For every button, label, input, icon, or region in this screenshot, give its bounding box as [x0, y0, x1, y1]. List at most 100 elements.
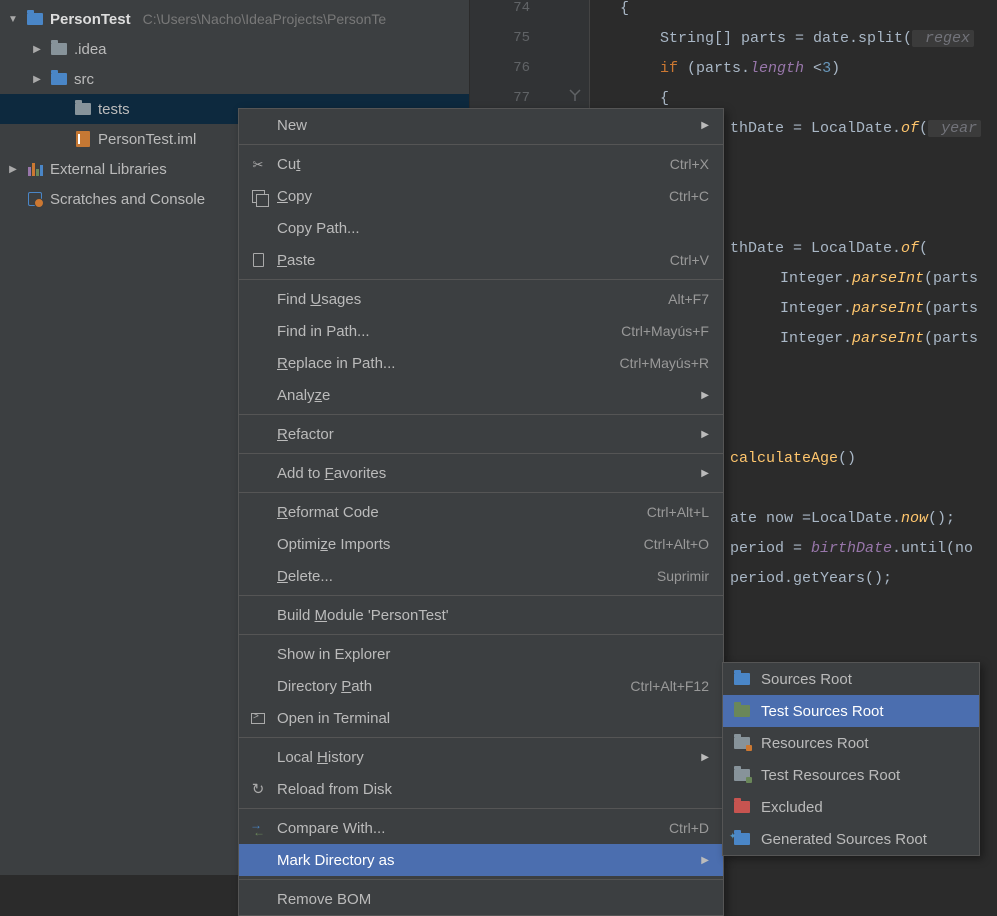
menu-item-label: Mark Directory as: [277, 852, 683, 869]
menu-item-label: Reload from Disk: [277, 781, 709, 798]
code-line[interactable]: if (parts.length <3): [600, 60, 997, 90]
code-line[interactable]: String[] parts = date.split( regex: [600, 30, 997, 60]
folder-icon: [733, 769, 751, 781]
menu-separator: [239, 414, 723, 415]
submenu-item-resources-root[interactable]: Resources Root: [723, 727, 979, 759]
line-number: 77: [470, 90, 530, 106]
menu-item-local-history[interactable]: Local History ▶: [239, 741, 723, 773]
menu-separator: [239, 595, 723, 596]
menu-item-label: Compare With...: [277, 820, 659, 837]
menu-item-mark-directory-as[interactable]: Mark Directory as▶: [239, 844, 723, 876]
menu-item-reload-from-disk[interactable]: Reload from Disk: [239, 773, 723, 805]
menu-item-shortcut: Ctrl+Mayús+R: [620, 355, 709, 371]
submenu-arrow-icon: ▶: [701, 390, 709, 401]
menu-item-shortcut: Ctrl+Alt+F12: [630, 678, 709, 694]
menu-item-delete[interactable]: Delete...Suprimir: [239, 560, 723, 592]
menu-item-remove-bom[interactable]: Remove BOM: [239, 883, 723, 915]
chevron-right-icon[interactable]: ▶: [30, 74, 44, 85]
menu-separator: [239, 879, 723, 880]
menu-item-directory-path[interactable]: Directory Path Ctrl+Alt+F12: [239, 670, 723, 702]
menu-item-label: Remove BOM: [277, 891, 709, 908]
menu-item-analyze[interactable]: Analyze▶: [239, 379, 723, 411]
tree-item-label: Scratches and Console: [50, 191, 205, 208]
mi-cut-icon: [249, 156, 267, 173]
menu-item-copy[interactable]: CopyCtrl+C: [239, 180, 723, 212]
menu-item-cut[interactable]: CutCtrl+X: [239, 148, 723, 180]
submenu-item-label: Test Resources Root: [761, 767, 965, 784]
menu-item-label: Open in Terminal: [277, 710, 709, 727]
menu-separator: [239, 144, 723, 145]
fold-marker-icon[interactable]: [568, 88, 582, 102]
menu-item-shortcut: Ctrl+C: [669, 188, 709, 204]
root-name: PersonTest: [50, 11, 131, 28]
menu-item-copy-path[interactable]: Copy Path...: [239, 212, 723, 244]
tree-item-label: External Libraries: [50, 161, 167, 178]
menu-item-show-in-explorer[interactable]: Show in Explorer: [239, 638, 723, 670]
folder-icon: [50, 40, 68, 58]
menu-item-label: New: [277, 117, 683, 134]
submenu-item-excluded[interactable]: Excluded: [723, 791, 979, 823]
menu-item-label: Show in Explorer: [277, 646, 709, 663]
submenu-item-label: Sources Root: [761, 671, 965, 688]
menu-item-replace-in-path[interactable]: Replace in Path...Ctrl+Mayús+R: [239, 347, 723, 379]
submenu-item-generated-sources-root[interactable]: Generated Sources Root: [723, 823, 979, 855]
source-folder-icon: [50, 70, 68, 88]
menu-item-open-in-terminal[interactable]: Open in Terminal: [239, 702, 723, 734]
menu-item-shortcut: Ctrl+Mayús+F: [621, 323, 709, 339]
chevron-down-icon[interactable]: ▼: [6, 14, 20, 25]
folder-icon: [733, 705, 751, 717]
mi-copy-icon: [249, 190, 267, 203]
menu-item-shortcut: Alt+F7: [668, 291, 709, 307]
submenu-item-test-resources-root[interactable]: Test Resources Root: [723, 759, 979, 791]
menu-item-refactor[interactable]: Refactor▶: [239, 418, 723, 450]
tree-item-label: src: [74, 71, 94, 88]
submenu-item-test-sources-root[interactable]: Test Sources Root: [723, 695, 979, 727]
folder-icon: [733, 737, 751, 749]
menu-item-shortcut: Ctrl+V: [670, 252, 709, 268]
menu-item-label: Directory Path: [277, 678, 620, 695]
mi-terminal-icon: [249, 713, 267, 724]
tree-item-label: PersonTest.iml: [98, 131, 196, 148]
submenu-arrow-icon: ▶: [701, 120, 709, 131]
mi-paste-icon: [249, 253, 267, 267]
menu-item-label: Paste: [277, 252, 660, 269]
code-line[interactable]: {: [600, 0, 997, 30]
root-path: C:\Users\Nacho\IdeaProjects\PersonTe: [143, 11, 387, 27]
menu-item-label: Optimize Imports: [277, 536, 634, 553]
module-folder-icon: [26, 10, 44, 28]
folder-icon: [74, 100, 92, 118]
menu-separator: [239, 492, 723, 493]
submenu-arrow-icon: ▶: [701, 429, 709, 440]
mi-compare-icon: [249, 822, 267, 834]
menu-separator: [239, 279, 723, 280]
tree-root[interactable]: ▼ PersonTest C:\Users\Nacho\IdeaProjects…: [0, 4, 469, 34]
menu-item-reformat-code[interactable]: Reformat CodeCtrl+Alt+L: [239, 496, 723, 528]
menu-item-label: Copy Path...: [277, 220, 709, 237]
submenu-arrow-icon: ▶: [701, 752, 709, 763]
menu-item-shortcut: Ctrl+Alt+L: [647, 504, 709, 520]
folder-icon: [733, 673, 751, 685]
menu-item-new[interactable]: New ▶: [239, 109, 723, 141]
chevron-right-icon[interactable]: ▶: [30, 44, 44, 55]
menu-item-add-to-favorites[interactable]: Add to Favorites▶: [239, 457, 723, 489]
chevron-right-icon[interactable]: ▶: [6, 164, 20, 175]
tree-item-label: tests: [98, 101, 130, 118]
menu-item-find-usages[interactable]: Find Usages Alt+F7: [239, 283, 723, 315]
menu-separator: [239, 634, 723, 635]
menu-item-find-in-path[interactable]: Find in Path...Ctrl+Mayús+F: [239, 315, 723, 347]
submenu-arrow-icon: ▶: [701, 468, 709, 479]
menu-item-compare-with[interactable]: Compare With...Ctrl+D: [239, 812, 723, 844]
menu-item-label: Local History: [277, 749, 683, 766]
menu-separator: [239, 737, 723, 738]
menu-item-build-module-persontest[interactable]: Build Module 'PersonTest': [239, 599, 723, 631]
menu-item-label: Find Usages: [277, 291, 658, 308]
submenu-item-label: Test Sources Root: [761, 703, 965, 720]
menu-item-label: Cut: [277, 156, 660, 173]
tree-item-src[interactable]: ▶ src: [0, 64, 469, 94]
submenu-item-label: Generated Sources Root: [761, 831, 965, 848]
menu-item-optimize-imports[interactable]: Optimize ImportsCtrl+Alt+O: [239, 528, 723, 560]
tree-item-idea[interactable]: ▶ .idea: [0, 34, 469, 64]
menu-separator: [239, 453, 723, 454]
submenu-item-sources-root[interactable]: Sources Root: [723, 663, 979, 695]
menu-item-paste[interactable]: Paste Ctrl+V: [239, 244, 723, 276]
